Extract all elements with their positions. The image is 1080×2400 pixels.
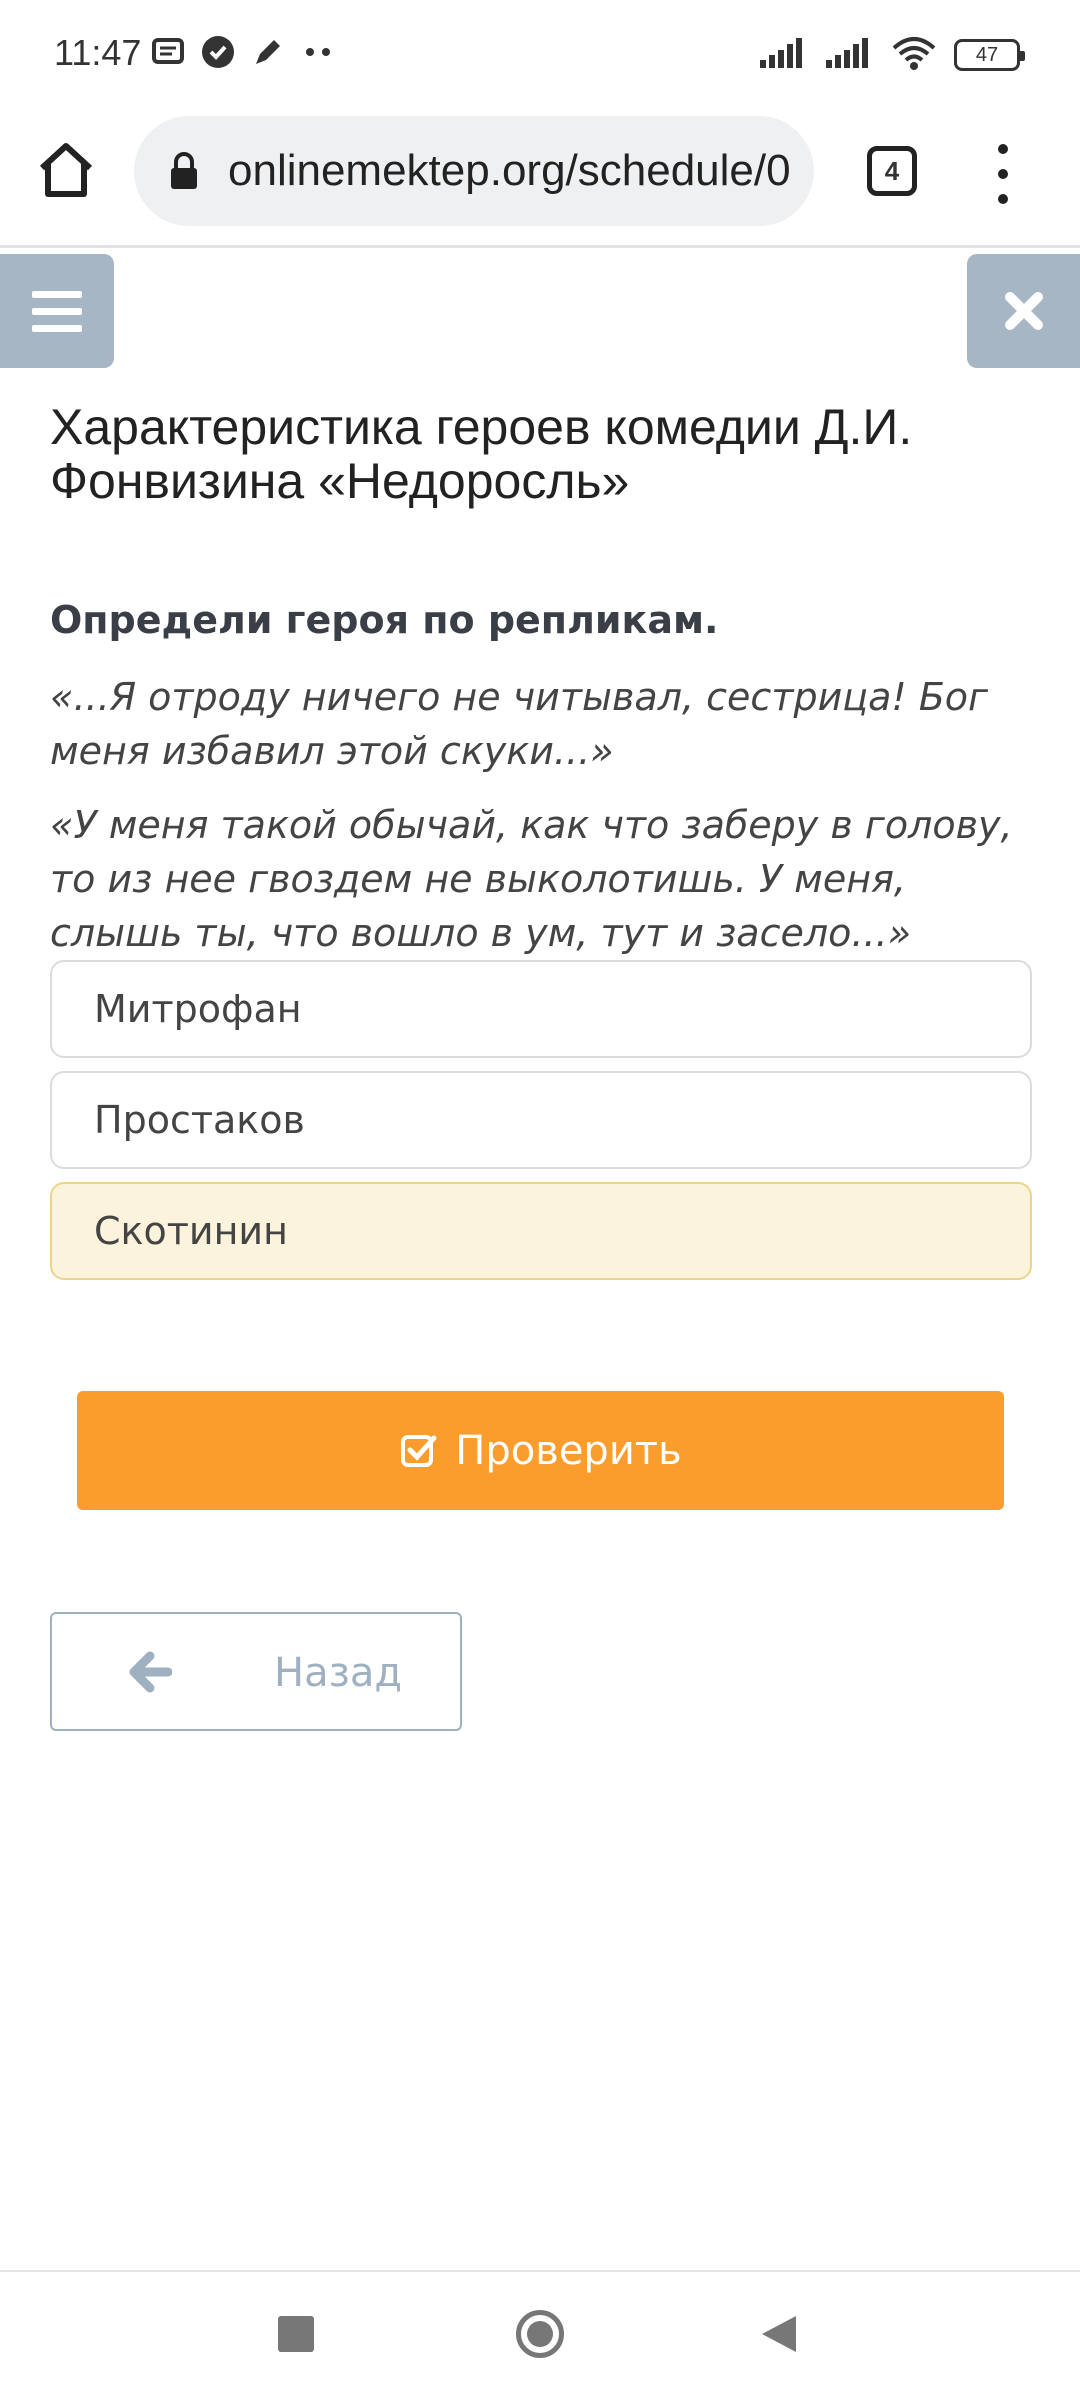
check-answer-button[interactable]: Проверить [77, 1391, 1004, 1510]
status-notification-icons [150, 34, 336, 70]
browser-toolbar: onlinemektep.org/schedule/0 4 [0, 110, 1080, 248]
question-quote: «У меня такой обычай, как что заберу в г… [50, 803, 1013, 955]
home-button[interactable] [36, 140, 96, 200]
answer-option-mitrofan[interactable]: Митрофан [50, 960, 1032, 1058]
back-button[interactable]: Назад [50, 1612, 462, 1731]
browser-menu-button[interactable] [988, 144, 1018, 204]
status-time: 11:47 [54, 32, 142, 73]
url-bar[interactable]: onlinemektep.org/schedule/0 [134, 116, 814, 226]
lock-icon [166, 149, 202, 193]
home-circle-icon [527, 2321, 553, 2347]
checkbox-checked-icon [399, 1431, 439, 1471]
signal-icon [760, 38, 808, 72]
battery-icon: 47 [954, 39, 1025, 71]
pen-icon [250, 34, 286, 70]
close-button[interactable] [967, 254, 1080, 368]
back-label: Назад [274, 1650, 403, 1696]
signal-icon [826, 38, 874, 72]
recents-button[interactable] [278, 2316, 314, 2352]
home-nav-button[interactable] [516, 2310, 564, 2358]
menu-toggle-button[interactable] [0, 254, 114, 368]
tabs-button[interactable]: 4 [867, 146, 917, 196]
check-circle-icon [200, 34, 236, 70]
more-vert-icon [998, 144, 1008, 154]
more-dots-icon [300, 34, 336, 70]
status-system-icons: 47 [760, 36, 1025, 74]
answer-option-prostakov[interactable]: Простаков [50, 1071, 1032, 1169]
home-icon [39, 143, 93, 197]
check-answer-label: Проверить [455, 1427, 682, 1474]
close-icon [1004, 292, 1043, 330]
hamburger-icon [32, 290, 82, 298]
system-nav-bar [0, 2270, 1080, 2400]
status-bar: 11:47 47 [0, 0, 1080, 110]
url-text: onlinemektep.org/schedule/0 [228, 146, 791, 195]
back-nav-button[interactable] [762, 2316, 796, 2352]
wifi-icon [892, 36, 936, 74]
question-prompt: Определи героя по репликам. [50, 598, 719, 642]
question-quote: «...Я отроду ничего не читывал, сестрица… [50, 675, 989, 773]
page-title: Характеристика героев комедии Д.И. Фонви… [50, 399, 913, 509]
message-icon [150, 34, 186, 70]
arrow-left-icon [129, 1651, 172, 1693]
answer-option-skotinin[interactable]: Скотинин [50, 1182, 1032, 1280]
